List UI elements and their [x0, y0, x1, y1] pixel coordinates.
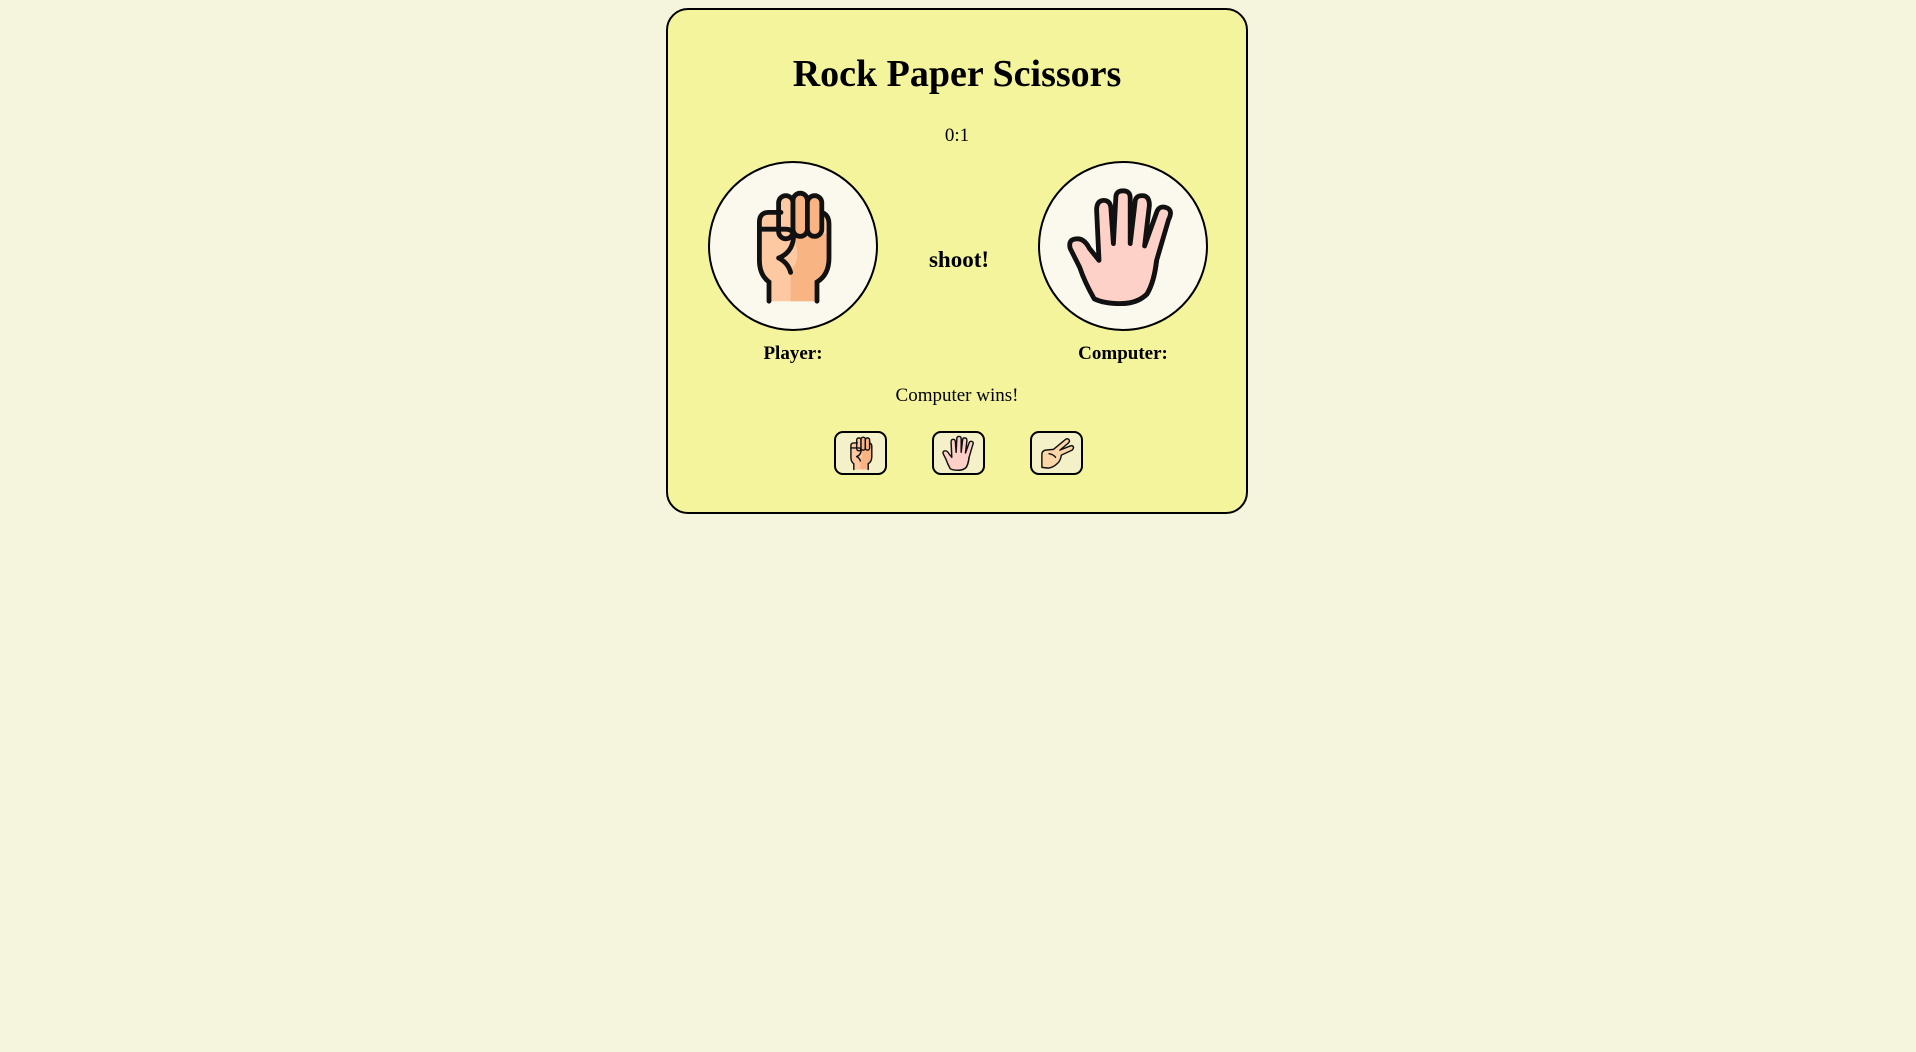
- shoot-text: shoot!: [928, 247, 990, 272]
- rock-button[interactable]: [834, 431, 887, 475]
- paper-hand-icon: [941, 435, 977, 471]
- scissors-button[interactable]: [1030, 431, 1083, 475]
- result-message: Computer wins!: [895, 385, 1019, 406]
- scissors-hand-icon: [1039, 435, 1075, 471]
- rock-fist-icon: [843, 435, 879, 471]
- rock-fist-icon: [733, 186, 853, 306]
- player-label: Player:: [763, 343, 823, 364]
- player-choice-display: [708, 161, 878, 331]
- paper-button[interactable]: [932, 431, 985, 475]
- paper-hand-icon: [1063, 186, 1183, 306]
- game-card: Rock Paper Scissors 0:1 shoot! Player: C…: [666, 8, 1248, 514]
- computer-choice-display: [1038, 161, 1208, 331]
- score-display: 0:1: [944, 125, 970, 146]
- page-title: Rock Paper Scissors: [792, 53, 1122, 95]
- computer-label: Computer:: [1078, 343, 1168, 364]
